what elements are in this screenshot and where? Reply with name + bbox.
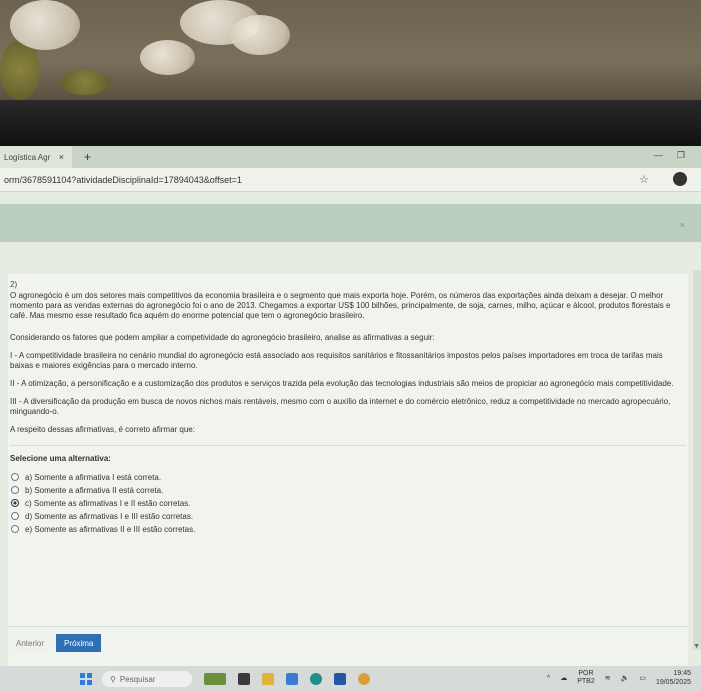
option-a[interactable]: a) Somente a afirmativa I está correta. — [10, 471, 686, 483]
option-d[interactable]: d) Somente as afirmativas I e III estão … — [10, 510, 686, 522]
keyboard-layout: PTB2 — [577, 678, 595, 685]
select-alternative-title: Selecione uma alternativa: — [10, 454, 111, 463]
app-icon[interactable] — [334, 673, 346, 685]
leaf-decoration — [0, 40, 40, 100]
new-tab-icon[interactable]: + — [84, 150, 91, 164]
option-label[interactable]: a) Somente a afirmativa I está correta. — [25, 473, 161, 482]
browser-window: Logística Agr × + — ❐ orm/3678591104?ati… — [0, 146, 701, 666]
chevron-up-icon[interactable]: ^ — [547, 675, 550, 682]
minimize-icon[interactable]: — — [654, 150, 663, 161]
question-number: 2) — [10, 280, 18, 289]
tab-close-icon[interactable]: × — [59, 152, 64, 162]
system-tray: ^ ☁ POR PTB2 ≋ 🔈 ▭ 19:45 19/05/2025 — [547, 669, 691, 687]
scroll-down-icon[interactable]: ▼ — [693, 643, 700, 650]
option-label[interactable]: d) Somente as afirmativas I e III estão … — [25, 512, 193, 521]
monitor-bezel — [0, 100, 701, 148]
search-placeholder: Pesquisar — [119, 674, 156, 684]
option-c[interactable]: c) Somente as afirmativas I e II estão c… — [10, 497, 686, 509]
option-label[interactable]: e) Somente as afirmativas II e III estão… — [25, 525, 195, 534]
store-icon[interactable] — [286, 673, 298, 685]
leaf-decoration — [60, 70, 110, 95]
scrollbar[interactable]: ▼ — [693, 270, 701, 650]
radio-button[interactable] — [11, 486, 19, 494]
orchid-petal — [230, 15, 290, 55]
option-label[interactable]: b) Somente a afirmativa II está correta. — [25, 486, 163, 495]
question-intro: O agronegócio é um dos setores mais comp… — [10, 291, 671, 320]
tab-bar: Logística Agr × + — ❐ — [0, 146, 701, 168]
search-icon: ⚲ — [110, 674, 116, 684]
language-indicator[interactable]: POR PTB2 — [577, 670, 595, 686]
statement-2: II - A otimização, a personificação e a … — [10, 379, 674, 388]
tab-title: Logística Agr — [4, 152, 51, 162]
question-prompt: Considerando os fatores que podem amplia… — [10, 333, 435, 342]
radio-button[interactable] — [11, 512, 19, 520]
statement-1: I - A competitividade brasileira no cená… — [10, 351, 663, 370]
chrome-icon[interactable] — [358, 673, 370, 685]
orchid-petal — [10, 0, 80, 50]
question-ask: A respeito dessas afirmativas, é correto… — [10, 425, 195, 434]
battery-icon[interactable]: ▭ — [639, 674, 646, 682]
lang-code: POR — [578, 670, 594, 677]
file-explorer-icon[interactable] — [262, 673, 274, 685]
onedrive-icon[interactable]: ☁ — [560, 674, 567, 682]
radio-button-selected[interactable] — [11, 499, 19, 507]
next-button[interactable]: Próxima — [56, 634, 102, 652]
orchid-petal — [140, 40, 195, 75]
browser-tab[interactable]: Logística Agr × — [0, 146, 72, 168]
address-bar[interactable]: orm/3678591104?atividadeDisciplinaId=178… — [0, 168, 701, 192]
option-label[interactable]: c) Somente as afirmativas I e II estão c… — [25, 499, 190, 508]
divider — [8, 626, 688, 627]
previous-button[interactable]: Anterior — [10, 634, 51, 652]
taskbar: ⚲ Pesquisar ^ ☁ POR PTB2 ≋ 🔈 ▭ 19:45 19/… — [0, 666, 701, 692]
clock-time: 19:45 — [673, 670, 691, 677]
option-b[interactable]: b) Somente a afirmativa II está correta. — [10, 484, 686, 496]
divider — [10, 445, 686, 446]
banner-close-icon[interactable]: × — [680, 220, 685, 230]
windows-start-icon[interactable] — [80, 673, 92, 685]
widgets-icon[interactable] — [204, 673, 226, 685]
bookmark-star-icon[interactable]: ☆ — [639, 173, 649, 186]
window-controls: — ❐ — [654, 150, 685, 161]
taskbar-search[interactable]: ⚲ Pesquisar — [102, 671, 192, 687]
maximize-icon[interactable]: ❐ — [677, 150, 685, 161]
option-e[interactable]: e) Somente as afirmativas II e III estão… — [10, 523, 686, 535]
wifi-icon[interactable]: ≋ — [605, 674, 611, 682]
clock-date: 19/05/2025 — [655, 679, 691, 686]
volume-icon[interactable]: 🔈 — [621, 674, 630, 682]
page-header-banner: × — [0, 204, 701, 242]
navigation-buttons: Anterior Próxima — [10, 634, 102, 652]
profile-avatar[interactable] — [673, 172, 687, 186]
radio-button[interactable] — [11, 473, 19, 481]
clock[interactable]: 19:45 19/05/2025 — [656, 669, 691, 687]
radio-button[interactable] — [11, 525, 19, 533]
question-panel: 2) O agronegócio é um dos setores mais c… — [8, 274, 688, 666]
task-view-icon[interactable] — [238, 673, 250, 685]
url-text[interactable]: orm/3678591104?atividadeDisciplinaId=178… — [4, 175, 242, 185]
statement-3: III - A diversificação da produção em bu… — [10, 397, 671, 416]
edge-icon[interactable] — [310, 673, 322, 685]
